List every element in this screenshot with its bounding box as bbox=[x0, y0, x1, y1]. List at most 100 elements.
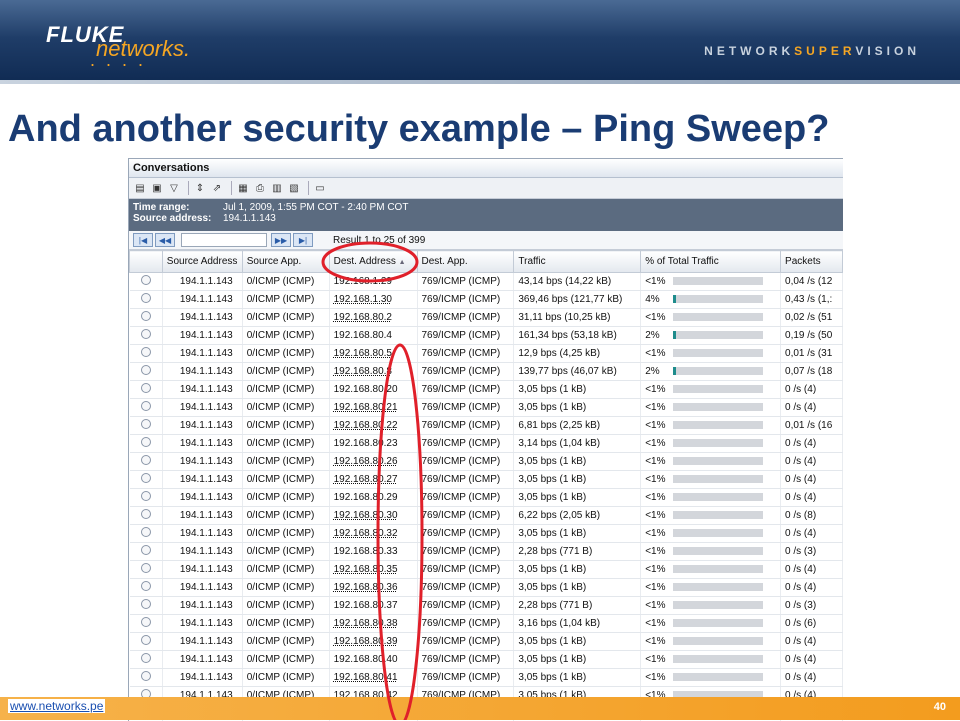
table-row[interactable]: 194.1.1.1430/ICMP (ICMP)192.168.80.41769… bbox=[130, 669, 843, 687]
swap-icon[interactable]: ⇕ bbox=[193, 181, 207, 195]
radio-icon[interactable] bbox=[141, 383, 151, 393]
row-select-radio[interactable] bbox=[130, 435, 163, 453]
row-select-radio[interactable] bbox=[130, 597, 163, 615]
export-icon[interactable]: ▥ bbox=[270, 181, 284, 195]
dest-address-link[interactable]: 192.168.80.38 bbox=[334, 618, 398, 629]
table-row[interactable]: 194.1.1.1430/ICMP (ICMP)192.168.80.38769… bbox=[130, 615, 843, 633]
window-icon[interactable]: ▭ bbox=[313, 181, 327, 195]
dest-address-link[interactable]: 192.168.80.27 bbox=[334, 474, 398, 485]
radio-icon[interactable] bbox=[141, 437, 151, 447]
dest-address-link[interactable]: 192.168.80.36 bbox=[334, 582, 398, 593]
radio-icon[interactable] bbox=[141, 347, 151, 357]
row-select-radio[interactable] bbox=[130, 453, 163, 471]
row-select-radio[interactable] bbox=[130, 381, 163, 399]
chart-icon[interactable]: ▦ bbox=[236, 181, 250, 195]
radio-icon[interactable] bbox=[141, 617, 151, 627]
dest-address-link[interactable]: 192.168.80.30 bbox=[334, 510, 398, 521]
dest-address-link[interactable]: 192.168.80.40 bbox=[334, 654, 398, 665]
row-select-radio[interactable] bbox=[130, 525, 163, 543]
table-row[interactable]: 194.1.1.1430/ICMP (ICMP)192.168.80.22769… bbox=[130, 417, 843, 435]
table-row[interactable]: 194.1.1.1430/ICMP (ICMP)192.168.80.32769… bbox=[130, 525, 843, 543]
radio-icon[interactable] bbox=[141, 365, 151, 375]
table-row[interactable]: 194.1.1.1430/ICMP (ICMP)192.168.80.33769… bbox=[130, 543, 843, 561]
table-row[interactable]: 194.1.1.1430/ICMP (ICMP)192.168.80.29769… bbox=[130, 489, 843, 507]
radio-icon[interactable] bbox=[141, 311, 151, 321]
radio-icon[interactable] bbox=[141, 275, 151, 285]
table-row[interactable]: 194.1.1.1430/ICMP (ICMP)192.168.80.26769… bbox=[130, 453, 843, 471]
radio-icon[interactable] bbox=[141, 635, 151, 645]
radio-icon[interactable] bbox=[141, 581, 151, 591]
dest-address-link[interactable]: 192.168.80.23 bbox=[334, 438, 398, 449]
table-row[interactable]: 194.1.1.1430/ICMP (ICMP)192.168.80.2769/… bbox=[130, 309, 843, 327]
table-row[interactable]: 194.1.1.1430/ICMP (ICMP)192.168.80.39769… bbox=[130, 633, 843, 651]
table-row[interactable]: 194.1.1.1430/ICMP (ICMP)192.168.80.20769… bbox=[130, 381, 843, 399]
dest-address-link[interactable]: 192.168.80.21 bbox=[334, 402, 398, 413]
table-row[interactable]: 194.1.1.1430/ICMP (ICMP)192.168.80.4769/… bbox=[130, 327, 843, 345]
radio-icon[interactable] bbox=[141, 329, 151, 339]
dest-address-link[interactable]: 192.168.80.8 bbox=[334, 366, 392, 377]
radio-icon[interactable] bbox=[141, 293, 151, 303]
filter-icon[interactable]: ▽ bbox=[167, 181, 181, 195]
save-icon[interactable]: ▣ bbox=[150, 181, 164, 195]
first-page-button[interactable]: |◀ bbox=[133, 233, 153, 247]
table-row[interactable]: 194.1.1.1430/ICMP (ICMP)192.168.1.30769/… bbox=[130, 291, 843, 309]
radio-icon[interactable] bbox=[141, 563, 151, 573]
dest-address-link[interactable]: 192.168.80.39 bbox=[334, 636, 398, 647]
dest-address-link[interactable]: 192.168.1.29 bbox=[334, 276, 392, 287]
row-select-radio[interactable] bbox=[130, 561, 163, 579]
dest-address-link[interactable]: 192.168.80.20 bbox=[334, 384, 398, 395]
page-input[interactable] bbox=[181, 233, 267, 247]
row-select-radio[interactable] bbox=[130, 651, 163, 669]
dest-address-link[interactable]: 192.168.80.5 bbox=[334, 348, 392, 359]
row-select-radio[interactable] bbox=[130, 543, 163, 561]
table-row[interactable]: 194.1.1.1430/ICMP (ICMP)192.168.80.21769… bbox=[130, 399, 843, 417]
table-row[interactable]: 194.1.1.1430/ICMP (ICMP)192.168.80.36769… bbox=[130, 579, 843, 597]
row-select-radio[interactable] bbox=[130, 309, 163, 327]
row-select-radio[interactable] bbox=[130, 417, 163, 435]
radio-icon[interactable] bbox=[141, 527, 151, 537]
footer-url-link[interactable]: www.networks.pe bbox=[8, 699, 105, 713]
dest-address-link[interactable]: 192.168.80.2 bbox=[334, 312, 392, 323]
row-select-radio[interactable] bbox=[130, 327, 163, 345]
dest-address-link[interactable]: 192.168.80.37 bbox=[334, 600, 398, 611]
dest-address-link[interactable]: 192.168.80.29 bbox=[334, 492, 398, 503]
col-traffic[interactable]: Traffic bbox=[514, 251, 641, 273]
table-row[interactable]: 194.1.1.1430/ICMP (ICMP)192.168.80.40769… bbox=[130, 651, 843, 669]
row-select-radio[interactable] bbox=[130, 489, 163, 507]
dest-address-link[interactable]: 192.168.80.22 bbox=[334, 420, 398, 431]
col-packets[interactable]: Packets bbox=[781, 251, 843, 273]
row-select-radio[interactable] bbox=[130, 669, 163, 687]
last-page-button[interactable]: ▶| bbox=[293, 233, 313, 247]
radio-icon[interactable] bbox=[141, 401, 151, 411]
dest-address-link[interactable]: 192.168.80.4 bbox=[334, 330, 392, 341]
table-row[interactable]: 194.1.1.1430/ICMP (ICMP)192.168.80.30769… bbox=[130, 507, 843, 525]
open-icon[interactable]: ▤ bbox=[133, 181, 147, 195]
table-row[interactable]: 194.1.1.1430/ICMP (ICMP)192.168.80.35769… bbox=[130, 561, 843, 579]
table-row[interactable]: 194.1.1.1430/ICMP (ICMP)192.168.80.5769/… bbox=[130, 345, 843, 363]
table-row[interactable]: 194.1.1.1430/ICMP (ICMP)192.168.80.37769… bbox=[130, 597, 843, 615]
dest-address-link[interactable]: 192.168.80.41 bbox=[334, 672, 398, 683]
row-select-radio[interactable] bbox=[130, 471, 163, 489]
row-select-radio[interactable] bbox=[130, 363, 163, 381]
dest-address-link[interactable]: 192.168.80.35 bbox=[334, 564, 398, 575]
radio-icon[interactable] bbox=[141, 671, 151, 681]
col-dest-app[interactable]: Dest. App. bbox=[417, 251, 514, 273]
radio-icon[interactable] bbox=[141, 473, 151, 483]
radio-icon[interactable] bbox=[141, 653, 151, 663]
table-row[interactable]: 194.1.1.1430/ICMP (ICMP)192.168.80.27769… bbox=[130, 471, 843, 489]
radio-icon[interactable] bbox=[141, 491, 151, 501]
print-icon[interactable]: ⎙ bbox=[253, 181, 267, 195]
table-row[interactable]: 194.1.1.1430/ICMP (ICMP)192.168.80.23769… bbox=[130, 435, 843, 453]
prev-page-button[interactable]: ◀◀ bbox=[155, 233, 175, 247]
row-select-radio[interactable] bbox=[130, 345, 163, 363]
row-select-radio[interactable] bbox=[130, 507, 163, 525]
row-select-radio[interactable] bbox=[130, 579, 163, 597]
row-select-radio[interactable] bbox=[130, 291, 163, 309]
row-select-radio[interactable] bbox=[130, 615, 163, 633]
next-page-button[interactable]: ▶▶ bbox=[271, 233, 291, 247]
dest-address-link[interactable]: 192.168.80.32 bbox=[334, 528, 398, 539]
row-select-radio[interactable] bbox=[130, 273, 163, 291]
dest-address-link[interactable]: 192.168.1.30 bbox=[334, 294, 392, 305]
link-icon[interactable]: ⇗ bbox=[210, 181, 224, 195]
radio-icon[interactable] bbox=[141, 455, 151, 465]
